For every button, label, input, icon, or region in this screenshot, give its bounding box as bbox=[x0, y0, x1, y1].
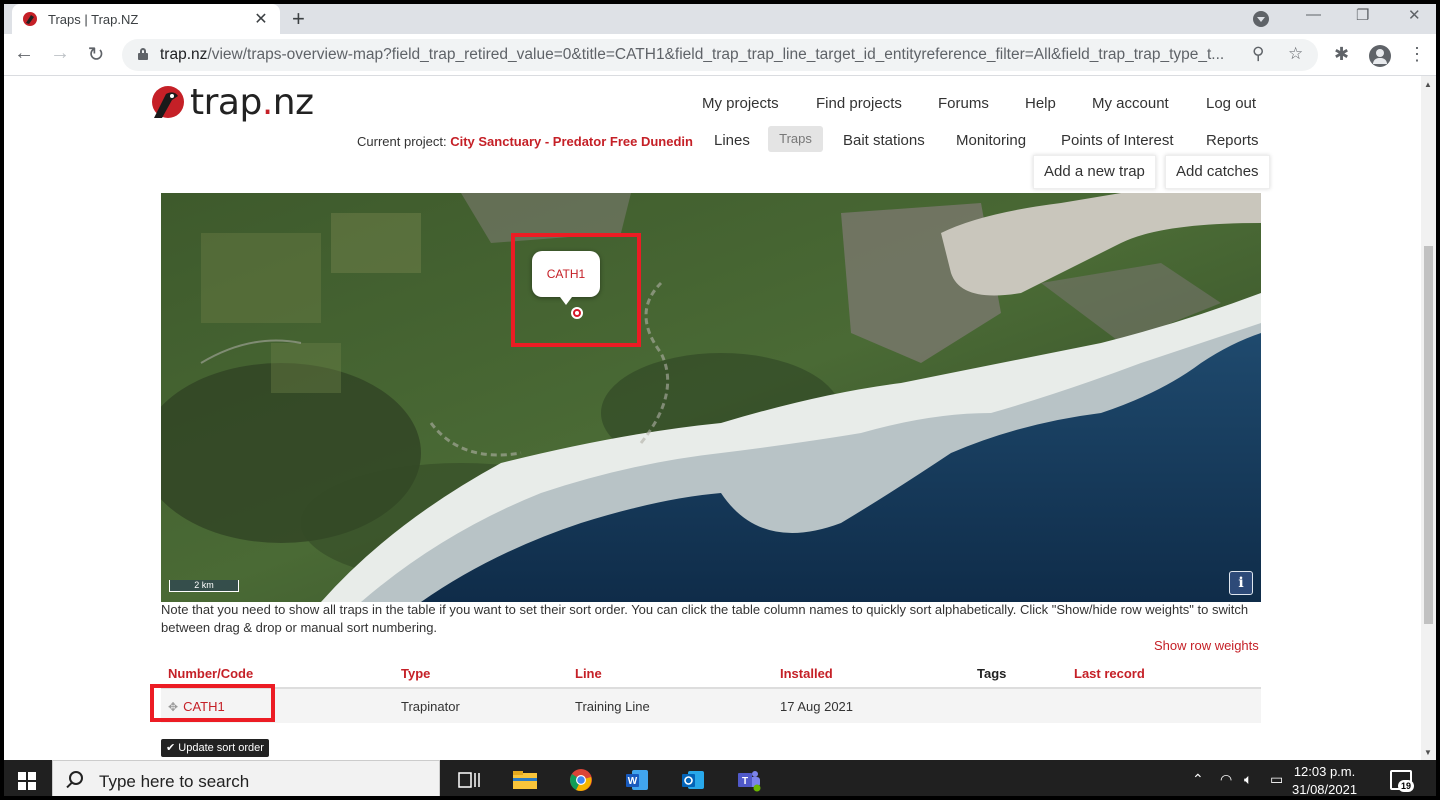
restore-icon[interactable]: ❐ bbox=[1356, 6, 1369, 24]
cell-line: Training Line bbox=[568, 688, 773, 723]
svg-text:T: T bbox=[742, 776, 748, 787]
column-tags: Tags bbox=[970, 660, 1067, 689]
scroll-thumb[interactable] bbox=[1424, 246, 1433, 624]
map-scale: 2 km bbox=[169, 580, 239, 592]
subnav-bait-stations[interactable]: Bait stations bbox=[843, 132, 925, 149]
cell-type: Trapinator bbox=[394, 688, 568, 723]
lock-icon[interactable] bbox=[138, 48, 148, 60]
traps-map[interactable]: CATH1 2 km i bbox=[161, 193, 1261, 602]
nav-find-projects[interactable]: Find projects bbox=[816, 95, 902, 112]
browser-window: Traps | Trap.NZ ✕ + — ❐ ✕ ← → ↻ trap.nz/… bbox=[4, 4, 1436, 796]
taskbar-clock[interactable]: 12:03 p.m. 31/08/2021 bbox=[1292, 763, 1357, 796]
outlook-icon[interactable] bbox=[680, 768, 706, 792]
subnav-reports[interactable]: Reports bbox=[1206, 132, 1259, 149]
cell-installed: 17 Aug 2021 bbox=[773, 688, 970, 723]
svg-text:W: W bbox=[628, 776, 638, 787]
nav-help[interactable]: Help bbox=[1025, 95, 1056, 112]
column-type[interactable]: Type bbox=[394, 660, 568, 689]
current-project: Current project: City Sanctuary - Predat… bbox=[357, 134, 693, 149]
update-sort-order-button[interactable]: ✔ Update sort order bbox=[161, 739, 269, 757]
subnav-traps[interactable]: Traps bbox=[768, 126, 823, 152]
site-logo[interactable]: trap.nz bbox=[148, 82, 314, 123]
task-view-icon[interactable] bbox=[456, 768, 482, 792]
word-icon[interactable]: W bbox=[624, 768, 650, 792]
tab-close-icon[interactable]: ✕ bbox=[252, 9, 270, 29]
browser-tab[interactable]: Traps | Trap.NZ ✕ bbox=[12, 4, 280, 34]
windows-start-icon[interactable] bbox=[18, 772, 36, 790]
notification-center-icon[interactable]: 19 bbox=[1390, 770, 1415, 792]
sort-order-note: Note that you need to show all traps in … bbox=[161, 602, 1249, 635]
windows-taskbar: Type here to search W T ⌃ ◠ 🔈︎ ▭ 12:03 p… bbox=[4, 760, 1436, 796]
nav-forums[interactable]: Forums bbox=[938, 95, 989, 112]
window-close-icon[interactable]: ✕ bbox=[1408, 6, 1421, 24]
clock-date: 31/08/2021 bbox=[1292, 782, 1358, 796]
minimize-icon[interactable]: — bbox=[1306, 6, 1321, 23]
battery-icon[interactable]: ▭ bbox=[1270, 771, 1283, 788]
subnav-monitoring[interactable]: Monitoring bbox=[956, 132, 1026, 149]
current-project-label: Current project: bbox=[357, 134, 447, 149]
nav-my-projects[interactable]: My projects bbox=[702, 95, 779, 112]
page-scrollbar[interactable]: ▲ ▼ bbox=[1421, 76, 1436, 760]
satellite-map-image bbox=[161, 193, 1261, 602]
browser-toolbar: ← → ↻ trap.nz/view/traps-overview-map?fi… bbox=[4, 34, 1436, 76]
reload-icon[interactable]: ↻ bbox=[84, 42, 108, 67]
zoom-icon[interactable]: ⚲ bbox=[1252, 44, 1264, 64]
profile-avatar-icon[interactable] bbox=[1369, 45, 1391, 67]
url-text[interactable]: trap.nz/view/traps-overview-map?field_tr… bbox=[160, 46, 1240, 64]
table-row[interactable]: ✥ CATH1 Trapinator Training Line 17 Aug 2… bbox=[161, 688, 1261, 723]
column-last-record[interactable]: Last record bbox=[1067, 660, 1261, 689]
clock-time: 12:03 p.m. bbox=[1293, 764, 1356, 779]
show-hidden-icons-icon[interactable]: ⌃ bbox=[1192, 771, 1204, 788]
tab-search-icon[interactable] bbox=[1253, 11, 1269, 27]
taskbar-search-placeholder: Type here to search bbox=[99, 772, 250, 791]
logo-wordmark: trap.nz bbox=[190, 82, 314, 123]
scroll-up-icon[interactable]: ▲ bbox=[1424, 80, 1432, 89]
teams-icon[interactable]: T bbox=[736, 768, 762, 792]
trapnz-favicon-icon bbox=[23, 12, 37, 26]
cell-tags bbox=[970, 688, 1067, 723]
chrome-icon[interactable] bbox=[568, 768, 594, 792]
taskbar-search-box[interactable]: Type here to search bbox=[52, 760, 440, 796]
current-project-link[interactable]: City Sanctuary - Predator Free Dunedin bbox=[450, 134, 693, 149]
bookmark-star-icon[interactable]: ☆ bbox=[1288, 44, 1303, 64]
tab-title: Traps | Trap.NZ bbox=[48, 11, 139, 27]
show-row-weights-link[interactable]: Show row weights bbox=[1154, 638, 1259, 653]
add-catches-button[interactable]: Add catches bbox=[1165, 155, 1270, 189]
wifi-icon[interactable]: ◠ bbox=[1220, 771, 1232, 788]
subnav-points-of-interest[interactable]: Points of Interest bbox=[1061, 132, 1174, 149]
trapnz-logo-icon bbox=[152, 85, 184, 118]
column-line[interactable]: Line bbox=[568, 660, 773, 689]
volume-icon[interactable]: 🔈︎ bbox=[1244, 771, 1252, 788]
menu-icon[interactable]: ⋮ bbox=[1408, 44, 1426, 65]
cell-last-record bbox=[1067, 688, 1261, 723]
back-icon[interactable]: ← bbox=[12, 42, 36, 65]
nav-my-account[interactable]: My account bbox=[1092, 95, 1169, 112]
subnav-lines[interactable]: Lines bbox=[714, 132, 750, 149]
column-installed[interactable]: Installed bbox=[773, 660, 970, 689]
checkmark-icon: ✔ bbox=[166, 742, 176, 754]
file-explorer-icon[interactable] bbox=[512, 768, 538, 792]
address-bar[interactable]: trap.nz/view/traps-overview-map?field_tr… bbox=[122, 39, 1318, 71]
traps-table: Number/Code Type Line Installed Tags Las… bbox=[161, 660, 1261, 723]
forward-icon[interactable]: → bbox=[48, 42, 72, 65]
scroll-down-icon[interactable]: ▼ bbox=[1424, 748, 1432, 757]
search-icon bbox=[69, 771, 83, 785]
row-annotation-box bbox=[150, 684, 275, 722]
page-content: trap.nz My projects Find projects Forums… bbox=[4, 76, 1436, 760]
extensions-icon[interactable]: ✱ bbox=[1334, 44, 1349, 65]
tab-strip: Traps | Trap.NZ ✕ + — ❐ ✕ bbox=[4, 4, 1436, 34]
new-tab-icon[interactable]: + bbox=[292, 6, 305, 32]
nav-log-out[interactable]: Log out bbox=[1206, 95, 1256, 112]
map-info-button[interactable]: i bbox=[1229, 571, 1253, 595]
update-sort-order-label: Update sort order bbox=[178, 742, 264, 754]
table-header-row: Number/Code Type Line Installed Tags Las… bbox=[161, 660, 1261, 689]
map-annotation-box bbox=[511, 233, 641, 347]
notification-count: 19 bbox=[1398, 780, 1415, 792]
add-new-trap-button[interactable]: Add a new trap bbox=[1033, 155, 1156, 189]
